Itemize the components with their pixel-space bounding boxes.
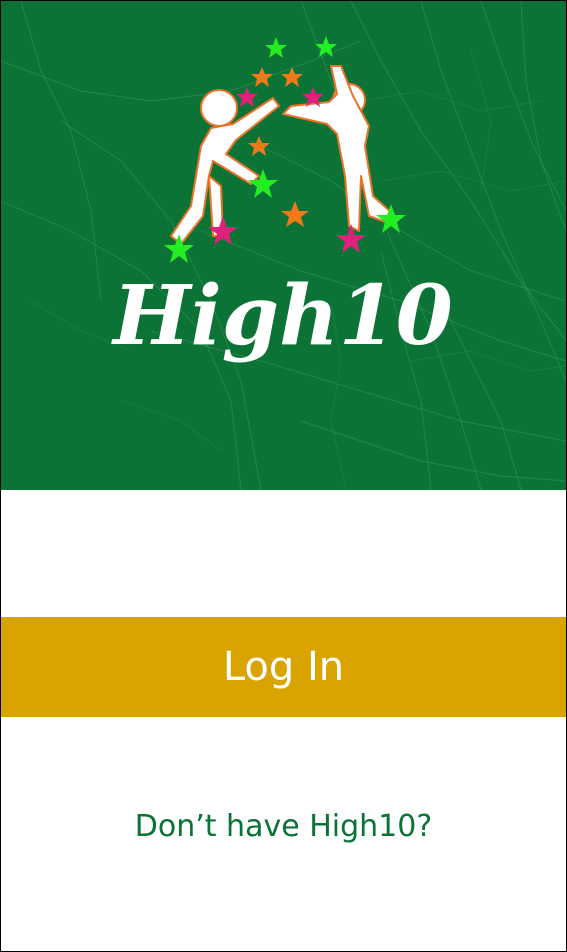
star-icon xyxy=(248,136,270,156)
app-screen: High10 Log In Don’t have High10? xyxy=(0,0,567,952)
signup-link[interactable]: Don’t have High10? xyxy=(1,809,566,844)
high-five-figures-logo xyxy=(164,36,406,263)
star-icon xyxy=(281,67,303,87)
star-icon xyxy=(265,37,287,58)
login-button[interactable]: Log In xyxy=(1,617,566,717)
star-icon xyxy=(281,201,309,227)
star-icon xyxy=(251,67,273,87)
star-icon xyxy=(336,224,366,253)
star-icon xyxy=(236,87,258,107)
hero-banner: High10 xyxy=(1,1,566,490)
app-wordmark: High10 xyxy=(111,268,453,364)
login-button-label: Log In xyxy=(222,644,345,690)
star-icon xyxy=(315,36,337,57)
app-name-text: High10 xyxy=(111,268,453,364)
